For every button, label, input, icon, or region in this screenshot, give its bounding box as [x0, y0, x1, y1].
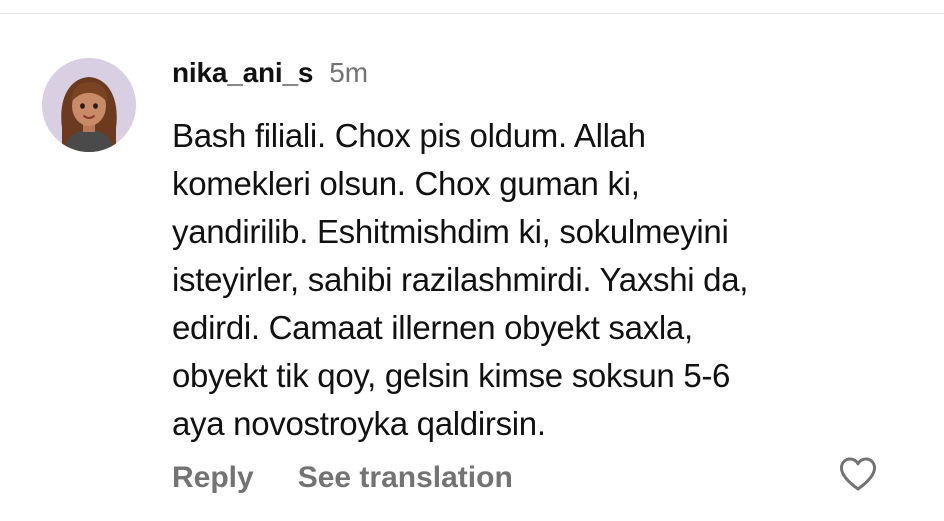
username[interactable]: nika_ani_s — [172, 57, 313, 89]
comment-text-line: obyekt tik qoy, gelsin kimse soksun 5-6 — [172, 357, 731, 394]
comment-text-line: edirdi. Camaat illernen obyekt saxla, — [172, 309, 693, 346]
see-translation-button[interactable]: See translation — [298, 461, 513, 495]
comment-text-line: aya novostroyka qaldirsin. — [172, 405, 546, 442]
comment-text: Bash filiali. Chox pis oldum. Allah kome… — [172, 112, 892, 448]
timestamp: 5m — [329, 57, 369, 88]
comment-text-line: isteyirler, sahibi razilashmirdi. Yaxshi… — [172, 261, 749, 298]
like-button[interactable] — [836, 452, 880, 496]
comment-text-line: komekleri olsun. Chox guman ki, — [172, 165, 640, 202]
avatar[interactable] — [42, 58, 136, 152]
heart-outline-icon — [840, 457, 876, 491]
comment: nika_ani_s 5m Bash filiali. Chox pis old… — [0, 0, 944, 521]
comment-text-line: Bash filiali. Chox pis oldum. Allah — [172, 117, 646, 154]
comment-text-line: yandirilib. Eshitmishdim ki, sokulmeyini — [172, 213, 729, 250]
comment-actions: Reply See translation — [172, 458, 513, 498]
reply-button[interactable]: Reply — [172, 461, 254, 495]
avatar-icon — [42, 58, 136, 152]
comment-header: nika_ani_s 5m — [172, 57, 368, 91]
